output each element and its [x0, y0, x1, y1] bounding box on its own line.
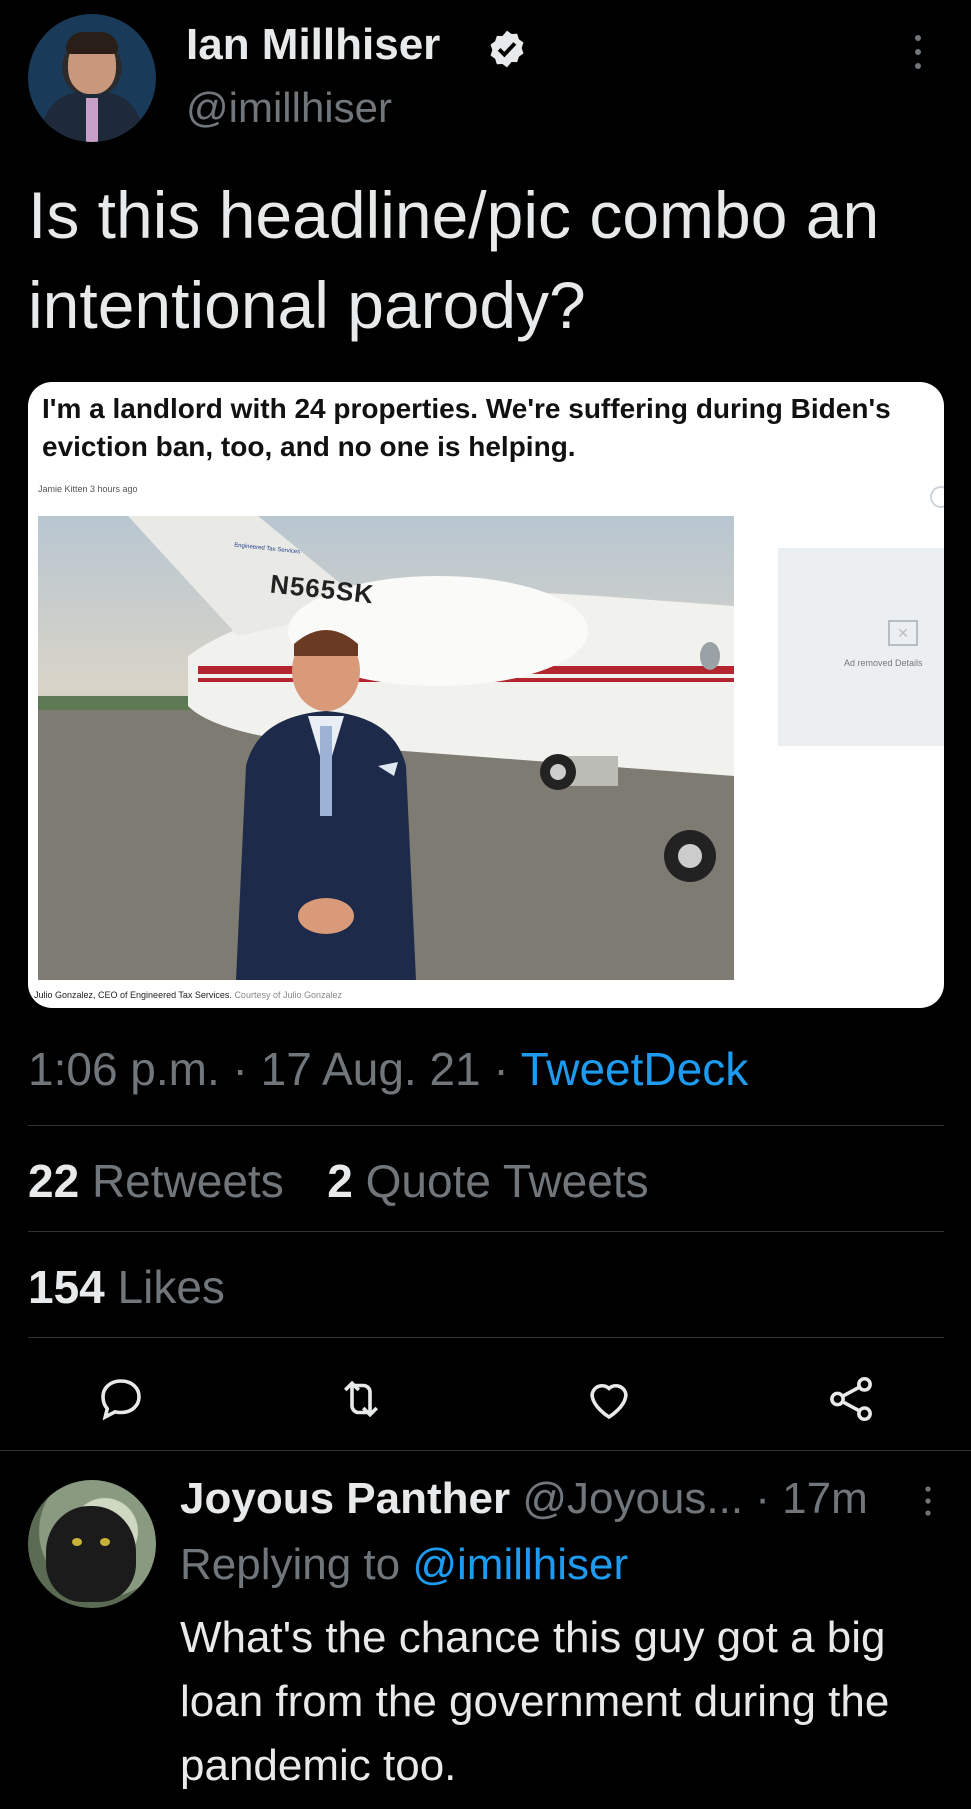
- likes-label: Likes: [104, 1261, 225, 1313]
- replying-to-mention[interactable]: @imillhiser: [412, 1540, 628, 1589]
- divider: [28, 1125, 944, 1126]
- retweets-label: Retweets: [79, 1155, 284, 1207]
- article-photo: N565SK Engineered Tax Services: [38, 516, 734, 980]
- verified-badge-icon: [490, 30, 524, 68]
- more-vertical-icon[interactable]: [910, 32, 926, 72]
- caption-text: Julio Gonzalez, CEO of Engineered Tax Se…: [34, 990, 235, 1000]
- reply-time: · 17m: [743, 1474, 868, 1523]
- ad-removed-text: Ad removed Details: [844, 658, 923, 668]
- ad-info-icon: [930, 486, 944, 508]
- avatar-tie: [86, 98, 98, 142]
- quotes-stat[interactable]: 2 Quote Tweets: [327, 1155, 648, 1207]
- retweets-count: 22: [28, 1155, 80, 1207]
- more-vertical-icon[interactable]: [922, 1484, 934, 1518]
- timestamp-text[interactable]: 1:06 p.m. · 17 Aug. 21 ·: [28, 1043, 521, 1095]
- engagement-stats: 22 Retweets 2 Quote Tweets: [28, 1154, 649, 1208]
- article-byline: Jamie Kitten 3 hours ago: [38, 484, 138, 494]
- quotes-count: 2: [327, 1155, 353, 1207]
- author-name[interactable]: Ian Millhiser: [186, 20, 440, 70]
- avatar-hair: [66, 32, 118, 54]
- retweet-icon[interactable]: [334, 1372, 388, 1426]
- avatar-panther: [46, 1506, 136, 1602]
- photo-caption: Julio Gonzalez, CEO of Engineered Tax Se…: [34, 990, 342, 1000]
- retweets-stat[interactable]: 22 Retweets: [28, 1155, 284, 1207]
- reply-author-avatar[interactable]: [28, 1480, 156, 1608]
- like-icon[interactable]: [582, 1372, 636, 1426]
- quotes-label: Quote Tweets: [352, 1155, 649, 1207]
- likes-stat[interactable]: 154 Likes: [28, 1260, 225, 1314]
- avatar-eye: [100, 1538, 110, 1546]
- ad-placeholder: ✕ Ad removed Details: [778, 548, 944, 746]
- avatar-eye: [72, 1538, 82, 1546]
- author-handle[interactable]: @imillhiser: [186, 84, 392, 132]
- divider: [28, 1337, 944, 1338]
- reply-author-handle[interactable]: @Joyous...: [510, 1474, 743, 1523]
- reply-author-name[interactable]: Joyous Panther: [180, 1474, 510, 1523]
- likes-count: 154: [28, 1261, 105, 1313]
- jet-illustration: [38, 516, 734, 980]
- reply-text: What's the chance this guy got a big loa…: [180, 1613, 890, 1790]
- replying-to: Replying to @imillhiser: [180, 1540, 628, 1590]
- broken-image-icon: ✕: [888, 620, 918, 646]
- author-avatar[interactable]: [28, 14, 156, 142]
- article-headline: I'm a landlord with 24 properties. We're…: [42, 393, 891, 462]
- caption-credit: Courtesy of Julio Gonzalez: [234, 990, 342, 1000]
- tweet-image[interactable]: I'm a landlord with 24 properties. We're…: [28, 382, 944, 1008]
- share-icon[interactable]: [824, 1372, 878, 1426]
- divider: [0, 1450, 971, 1451]
- tweet-text: Is this headline/pic combo an intentiona…: [28, 178, 880, 342]
- tweet-timestamp: 1:06 p.m. · 17 Aug. 21 · TweetDeck: [28, 1042, 748, 1096]
- tweet-source-link[interactable]: TweetDeck: [521, 1043, 749, 1095]
- reply-icon[interactable]: [94, 1372, 148, 1426]
- replying-prefix: Replying to: [180, 1540, 413, 1589]
- divider: [28, 1231, 944, 1232]
- reply-header: Joyous Panther @Joyous... · 17m: [180, 1474, 868, 1524]
